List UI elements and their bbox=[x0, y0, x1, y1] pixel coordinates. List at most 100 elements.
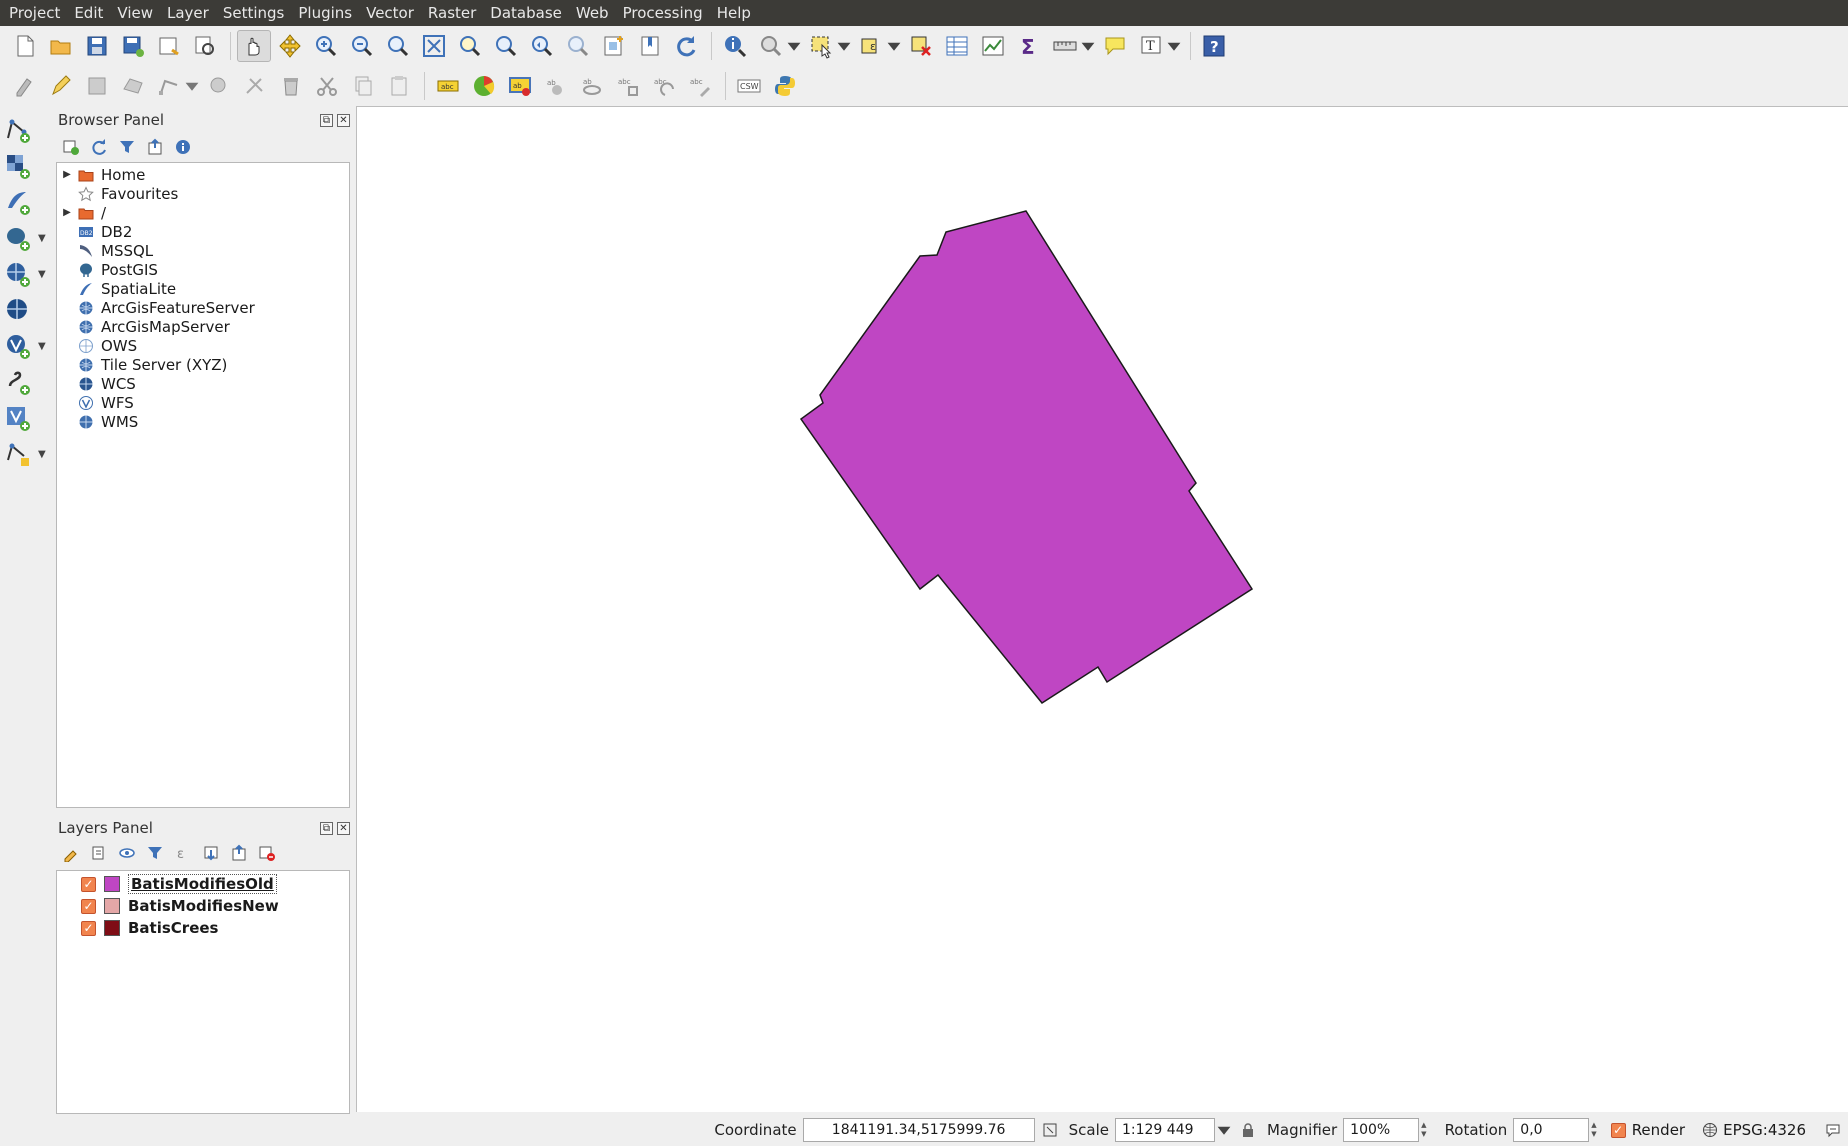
chevron-down-icon[interactable] bbox=[184, 70, 200, 102]
new-print-layout-icon[interactable] bbox=[152, 30, 186, 62]
add-raster-layer-icon[interactable] bbox=[4, 148, 52, 184]
add-spatialite-layer-icon[interactable] bbox=[4, 184, 52, 220]
menu-web[interactable]: Web bbox=[569, 0, 616, 26]
python-console-icon[interactable] bbox=[768, 70, 802, 102]
rotate-label-icon[interactable]: abc bbox=[647, 70, 681, 102]
menu-raster[interactable]: Raster bbox=[421, 0, 483, 26]
browser-item[interactable]: MSSQL bbox=[57, 241, 349, 260]
float-panel-icon[interactable]: ⧉ bbox=[320, 113, 333, 127]
change-label-icon[interactable]: abc bbox=[683, 70, 717, 102]
zoom-last-icon[interactable] bbox=[525, 30, 559, 62]
help-icon[interactable]: ? bbox=[1197, 30, 1231, 62]
zoom-out-icon[interactable] bbox=[345, 30, 379, 62]
browser-item[interactable]: ArcGisFeatureServer bbox=[57, 298, 349, 317]
menu-project[interactable]: Project bbox=[2, 0, 67, 26]
add-wcs-layer-icon[interactable] bbox=[4, 292, 52, 328]
new-map-view-icon[interactable] bbox=[597, 30, 631, 62]
zoom-native-icon[interactable] bbox=[381, 30, 415, 62]
lock-scale-icon[interactable] bbox=[1239, 1121, 1257, 1139]
add-postgis-layer-icon[interactable]: ▼ bbox=[4, 220, 52, 256]
browser-item[interactable]: PostGIS bbox=[57, 260, 349, 279]
layer-item[interactable]: ✓ BatisModifiesNew bbox=[57, 895, 349, 917]
properties-info-icon[interactable] bbox=[172, 136, 194, 158]
rotation-field[interactable]: 0,0 bbox=[1513, 1118, 1590, 1142]
layer-item[interactable]: ✓ BatisModifiesOld bbox=[57, 873, 349, 895]
new-shapefile-layer-icon[interactable]: ▼ bbox=[4, 436, 52, 472]
rotation-spinner[interactable]: ▲ ▼ bbox=[1591, 1121, 1596, 1139]
save-as-icon[interactable] bbox=[116, 30, 150, 62]
collapse-all-icon[interactable] bbox=[144, 136, 166, 158]
pin-labels-icon[interactable]: ab bbox=[503, 70, 537, 102]
crs-label[interactable]: EPSG:4326 bbox=[1723, 1121, 1806, 1139]
diagram-tool-icon[interactable] bbox=[467, 70, 501, 102]
cut-features-icon[interactable] bbox=[310, 70, 344, 102]
delete-ring-icon[interactable] bbox=[238, 70, 272, 102]
close-icon[interactable]: ✕ bbox=[337, 113, 350, 127]
field-calculator-icon[interactable]: Σ bbox=[1012, 30, 1046, 62]
visibility-eye-icon[interactable] bbox=[116, 842, 138, 864]
filter-by-expression-icon[interactable]: ε bbox=[172, 842, 194, 864]
chevron-down-icon[interactable] bbox=[886, 30, 902, 62]
coordinate-field[interactable]: 1841191.34,5175999.76 bbox=[802, 1118, 1035, 1142]
add-ring-icon[interactable] bbox=[202, 70, 236, 102]
expand-all-icon[interactable] bbox=[200, 842, 222, 864]
menu-settings[interactable]: Settings bbox=[216, 0, 292, 26]
browser-item[interactable]: OWS bbox=[57, 336, 349, 355]
chevron-down-icon[interactable] bbox=[786, 30, 802, 62]
crs-globe-icon[interactable] bbox=[1701, 1121, 1719, 1139]
browser-item[interactable]: SpatiaLite bbox=[57, 279, 349, 298]
filter-icon[interactable] bbox=[116, 136, 138, 158]
map-tips-icon[interactable] bbox=[1098, 30, 1132, 62]
bookmark-icon[interactable] bbox=[633, 30, 667, 62]
zoom-next-icon[interactable] bbox=[561, 30, 595, 62]
run-action-icon[interactable] bbox=[754, 30, 788, 62]
add-group-icon[interactable] bbox=[88, 842, 110, 864]
layer-visibility-checkbox[interactable]: ✓ bbox=[81, 898, 96, 914]
select-by-expression-icon[interactable]: ε bbox=[854, 30, 888, 62]
browser-item[interactable]: Tile Server (XYZ) bbox=[57, 355, 349, 374]
add-wfs-layer-icon[interactable]: ▼ bbox=[4, 328, 52, 364]
refresh-icon[interactable] bbox=[88, 136, 110, 158]
menu-vector[interactable]: Vector bbox=[359, 0, 421, 26]
chevron-down-icon[interactable] bbox=[836, 30, 852, 62]
deselect-all-icon[interactable] bbox=[904, 30, 938, 62]
map-canvas[interactable] bbox=[356, 106, 1848, 1112]
label-tool-icon[interactable]: abc bbox=[431, 70, 465, 102]
layer-symbol-swatch[interactable] bbox=[104, 920, 120, 936]
save-edits-icon[interactable] bbox=[80, 70, 114, 102]
close-icon[interactable]: ✕ bbox=[337, 821, 350, 835]
map-polygon-feature[interactable] bbox=[799, 210, 1254, 704]
preview-labels-icon[interactable]: ab bbox=[575, 70, 609, 102]
chevron-down-icon[interactable] bbox=[1166, 30, 1182, 62]
menu-database[interactable]: Database bbox=[483, 0, 569, 26]
menu-edit[interactable]: Edit bbox=[67, 0, 110, 26]
panel-splitter[interactable] bbox=[350, 560, 354, 590]
add-wms-layer-icon[interactable]: ▼ bbox=[4, 256, 52, 292]
menu-plugins[interactable]: Plugins bbox=[291, 0, 359, 26]
menu-processing[interactable]: Processing bbox=[616, 0, 710, 26]
remove-layer-icon[interactable] bbox=[256, 842, 278, 864]
statistics-icon[interactable] bbox=[976, 30, 1010, 62]
browser-item[interactable]: WCS bbox=[57, 374, 349, 393]
csw-icon[interactable]: CSW bbox=[732, 70, 766, 102]
filter-legend-icon[interactable] bbox=[144, 842, 166, 864]
layer-styling-icon[interactable] bbox=[60, 842, 82, 864]
select-features-icon[interactable] bbox=[804, 30, 838, 62]
magnifier-field[interactable]: 100% bbox=[1343, 1118, 1420, 1142]
browser-item[interactable]: ▶ / bbox=[57, 203, 349, 222]
messages-icon[interactable] bbox=[1824, 1121, 1842, 1139]
menu-view[interactable]: View bbox=[110, 0, 160, 26]
expand-arrow-icon[interactable]: ▶ bbox=[57, 207, 77, 218]
show-hide-labels-icon[interactable]: ab bbox=[539, 70, 573, 102]
layer-item[interactable]: ✓ BatisCrees bbox=[57, 917, 349, 939]
zoom-full-icon[interactable] bbox=[417, 30, 451, 62]
browser-item[interactable]: ArcGisMapServer bbox=[57, 317, 349, 336]
browser-item[interactable]: DB2 DB2 bbox=[57, 222, 349, 241]
add-delimited-text-layer-icon[interactable] bbox=[4, 364, 52, 400]
expand-arrow-icon[interactable]: ▶ bbox=[57, 169, 77, 180]
layer-visibility-checkbox[interactable]: ✓ bbox=[81, 876, 96, 892]
paste-features-icon[interactable] bbox=[382, 70, 416, 102]
magnifier-spinner[interactable]: ▲ ▼ bbox=[1421, 1121, 1426, 1139]
chevron-down-icon[interactable] bbox=[1080, 30, 1096, 62]
layer-symbol-swatch[interactable] bbox=[104, 876, 120, 892]
